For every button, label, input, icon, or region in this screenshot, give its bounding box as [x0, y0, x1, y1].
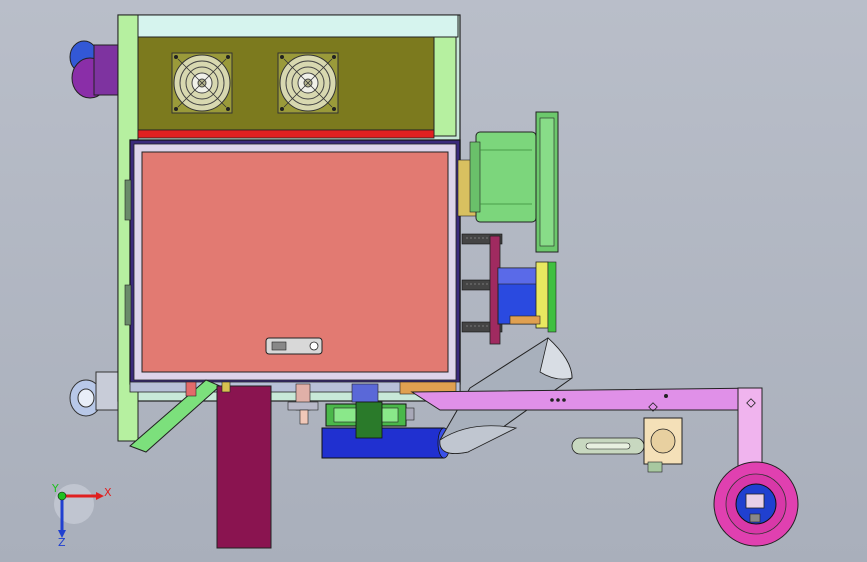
slot-plate	[571, 417, 683, 473]
red-strip	[137, 129, 435, 139]
support-leg	[216, 385, 272, 549]
z-axis-label: Z	[58, 536, 66, 549]
motor	[457, 111, 559, 253]
fan-right-icon	[277, 52, 339, 114]
caster-bottom	[69, 371, 119, 417]
pink-wheel	[713, 461, 799, 547]
x-axis-label: X	[104, 486, 112, 499]
axis-triad: X Y Z	[51, 482, 112, 549]
fan-left-icon	[171, 52, 233, 114]
caster-top	[69, 40, 119, 99]
cad-model-view[interactable]: X Y Z	[0, 0, 867, 562]
feed-pipe	[321, 427, 445, 459]
cad-viewport[interactable]: X Y Z	[0, 0, 867, 562]
door-handle[interactable]	[265, 337, 323, 355]
y-axis-label: Y	[51, 482, 59, 495]
